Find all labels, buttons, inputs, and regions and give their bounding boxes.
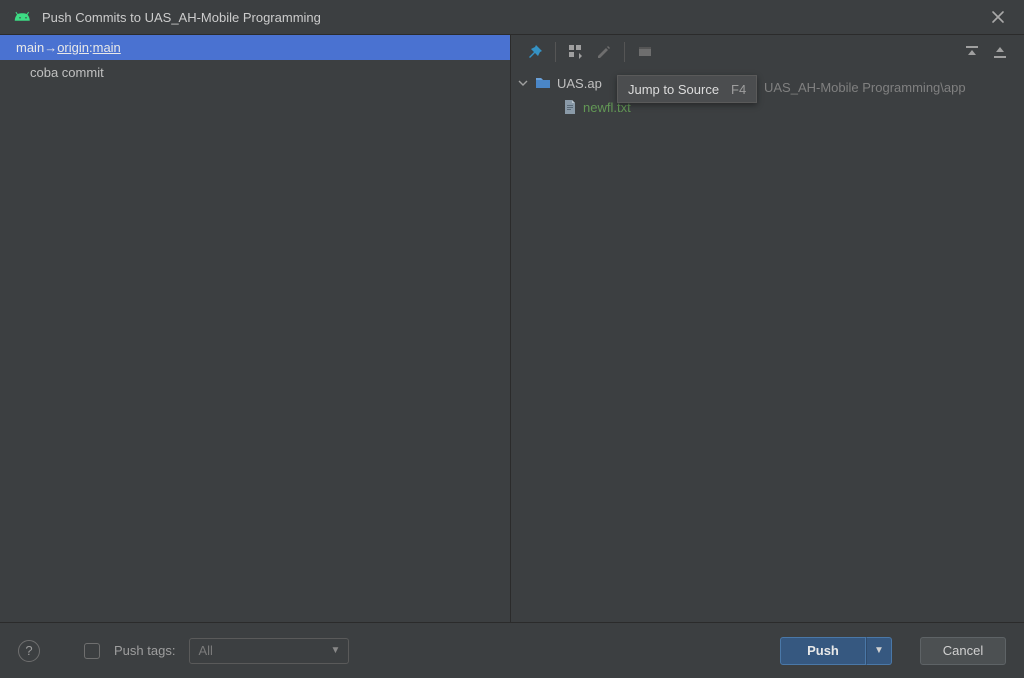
text-file-icon: [563, 99, 577, 115]
chevron-down-icon[interactable]: [517, 76, 529, 91]
files-toolbar: [511, 35, 1024, 69]
push-split-button: Push ▼: [780, 637, 892, 665]
titlebar: Push Commits to UAS_AH-Mobile Programmin…: [0, 0, 1024, 34]
tooltip-jump-to-source: Jump to Source F4: [617, 75, 757, 103]
push-tags-label: Push tags:: [114, 643, 175, 658]
android-icon: [14, 8, 32, 26]
bottom-bar: ? Push tags: All ▼ Push ▼ Cancel: [0, 622, 1024, 678]
toolbar-separator: [555, 42, 556, 62]
dialog-title: Push Commits to UAS_AH-Mobile Programmin…: [42, 10, 982, 25]
tooltip-shortcut: F4: [731, 82, 746, 97]
push-tags-combo[interactable]: All ▼: [189, 638, 349, 664]
toolbar-separator: [624, 42, 625, 62]
tooltip-text: Jump to Source: [628, 82, 719, 97]
remote-name[interactable]: origin: [57, 40, 89, 55]
branch-arrow: →: [44, 40, 57, 55]
push-tags-value: All: [198, 643, 212, 658]
files-panel: UAS.ap newfl.txt: [511, 35, 1024, 622]
view-icon[interactable]: [631, 38, 659, 66]
cancel-button[interactable]: Cancel: [920, 637, 1006, 665]
tree-file-row[interactable]: newfl.txt: [517, 95, 1018, 119]
commit-message: coba commit: [30, 65, 104, 80]
pin-icon[interactable]: [521, 38, 549, 66]
collapse-all-icon[interactable]: [986, 38, 1014, 66]
folder-icon: [535, 76, 551, 90]
commits-panel: main → origin : main coba commit: [0, 35, 511, 622]
push-dropdown-button[interactable]: ▼: [866, 637, 892, 665]
folder-path-suffix: UAS_AH-Mobile Programming\app: [764, 80, 966, 95]
push-tags-checkbox[interactable]: [84, 643, 100, 659]
commit-row[interactable]: coba commit: [0, 60, 510, 84]
local-branch: main: [16, 40, 44, 55]
changed-files-tree: UAS.ap newfl.txt: [511, 69, 1024, 121]
push-commits-dialog: Push Commits to UAS_AH-Mobile Programmin…: [0, 0, 1024, 678]
help-button[interactable]: ?: [18, 640, 40, 662]
edit-icon[interactable]: [590, 38, 618, 66]
push-button[interactable]: Push: [780, 637, 866, 665]
expand-all-icon[interactable]: [958, 38, 986, 66]
chevron-down-icon: ▼: [331, 645, 341, 656]
content-area: main → origin : main coba commit: [0, 34, 1024, 622]
close-button[interactable]: [982, 3, 1014, 31]
remote-branch[interactable]: main: [93, 40, 121, 55]
branch-row[interactable]: main → origin : main: [0, 35, 510, 60]
group-by-icon[interactable]: [562, 38, 590, 66]
folder-label: UAS.ap: [557, 76, 602, 91]
